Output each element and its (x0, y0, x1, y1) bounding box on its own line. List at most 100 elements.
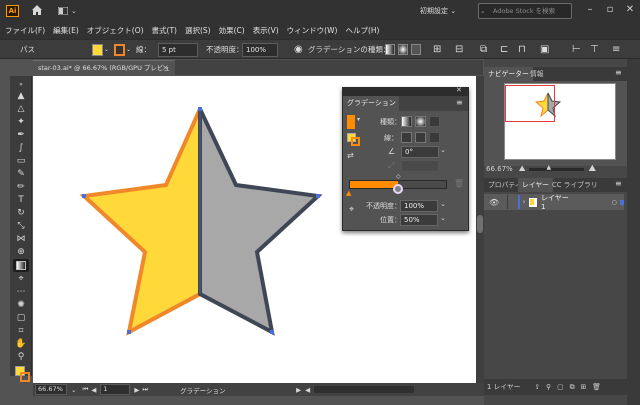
opacity-field[interactable]: 100% (242, 43, 278, 57)
home-icon[interactable] (30, 3, 44, 17)
close-icon[interactable]: × (162, 60, 172, 75)
blend-tool-icon[interactable]: ⋯ (13, 286, 29, 299)
stroke-color-swatch[interactable] (20, 372, 30, 382)
arrange-documents-icon[interactable]: ⌄ (58, 5, 86, 17)
navigator-zoom-slider[interactable]: ▲ (529, 164, 585, 171)
stroke-proxy-swatch[interactable] (351, 137, 360, 146)
close-button[interactable]: ✕ (620, 2, 640, 18)
linear-gradient-button[interactable] (385, 44, 395, 55)
recolor-artwork-icon[interactable]: ◉ (294, 40, 303, 60)
shape-mode-icon[interactable]: ▣ (540, 40, 549, 60)
pencil-tool-icon[interactable]: ✏ (13, 181, 29, 194)
export-icon[interactable]: ⇪ (534, 379, 540, 395)
eyedropper-icon[interactable]: ⌖ (349, 205, 354, 215)
stroke-across-button[interactable] (429, 132, 440, 143)
zoom-out-icon[interactable]: ⛰ (519, 164, 526, 174)
paintbrush-tool-icon[interactable]: ✎ (13, 168, 29, 181)
expand-arrow-icon[interactable]: › (523, 198, 526, 206)
document-tab[interactable]: star-03.ai* @ 66.67% (RGB/GPU プレビュー) (33, 60, 175, 87)
curvature-tool-icon[interactable]: ∫ (13, 142, 29, 155)
menu-type[interactable]: 書式(T) (152, 22, 177, 39)
clipping-mask-icon[interactable]: ▢ (557, 379, 563, 395)
status-arrow-icon[interactable]: ▶ (296, 386, 301, 394)
panel-menu-icon[interactable]: ≡ (615, 179, 622, 188)
close-icon[interactable]: ✕ (456, 86, 462, 94)
locate-object-icon[interactable]: ⚲ (546, 379, 551, 395)
star-left-half[interactable] (79, 108, 202, 336)
panel-header[interactable]: ✕ (343, 86, 468, 96)
navigator-view-frame[interactable] (505, 85, 555, 122)
magic-wand-tool-icon[interactable]: ✦ (13, 116, 29, 129)
star-right-half[interactable] (198, 108, 323, 336)
next-artboard-icon[interactable]: ▶ (134, 386, 139, 394)
transform-icon[interactable]: ⊞ (433, 40, 441, 60)
visibility-eye-icon[interactable]: 👁 (489, 198, 499, 207)
rectangle-tool-icon[interactable]: ▭ (13, 155, 29, 168)
workspace-select[interactable]: 初期設定 ⌄ (420, 4, 468, 18)
chevron-down-icon[interactable]: ▾ (357, 116, 360, 123)
stop-opacity-field[interactable]: 100% (400, 200, 438, 212)
menu-edit[interactable]: 編集(E) (53, 22, 79, 39)
tab-gradient[interactable]: グラデーション (343, 96, 399, 111)
align-to-icon[interactable]: ⊢ (572, 40, 581, 60)
stop-location-field[interactable]: 50% (400, 214, 438, 226)
puppet-warp-icon[interactable]: ⊓ (518, 40, 526, 60)
fill-swatch[interactable] (92, 44, 103, 56)
symbol-sprayer-tool-icon[interactable]: ✺ (13, 299, 29, 312)
selection-indicator[interactable] (619, 199, 624, 205)
menu-effect[interactable]: 効果(C) (219, 22, 245, 39)
menu-view[interactable]: 表示(V) (253, 22, 279, 39)
zoom-tool-icon[interactable]: ⚲ (13, 351, 29, 364)
color-stop-left[interactable]: ▲ (346, 189, 351, 197)
new-layer-icon[interactable]: ⊞ (580, 379, 586, 395)
midpoint-diamond-icon[interactable]: ◇ (396, 173, 401, 180)
selection-tool-icon[interactable]: ▲ (13, 90, 29, 103)
chevron-down-icon[interactable]: ⌄ (440, 146, 446, 154)
panel-menu-icon[interactable]: ≡ (615, 68, 622, 77)
menu-object[interactable]: オブジェクト(O) (87, 22, 144, 39)
direct-selection-tool-icon[interactable]: △ (13, 103, 29, 116)
new-sublayer-icon[interactable]: ⧉ (570, 379, 575, 395)
last-artboard-icon[interactable]: ⏭ (142, 385, 148, 394)
layer-name[interactable]: レイヤー 1 (541, 193, 570, 211)
stroke-swatch[interactable] (114, 44, 125, 56)
menu-help[interactable]: ヘルプ(H) (345, 22, 379, 39)
chevron-down-icon[interactable]: ⌄ (440, 200, 446, 208)
radial-gradient-button[interactable] (398, 44, 408, 55)
layer-row[interactable]: 👁 › レイヤー 1 ○ (484, 193, 624, 211)
radial-type-button[interactable] (415, 116, 426, 127)
target-circle-icon[interactable]: ○ (612, 199, 617, 206)
menu-window[interactable]: ウィンドウ(W) (287, 22, 338, 39)
linear-type-button[interactable] (401, 116, 412, 127)
eyedropper-tool-icon[interactable]: ⌖ (13, 273, 29, 286)
gradient-tool-icon[interactable] (13, 259, 29, 272)
shape-builder-tool-icon[interactable]: ⊕ (13, 246, 29, 259)
chevron-down-icon[interactable]: ⌄ (104, 40, 109, 60)
tab-info[interactable]: 情報 (526, 67, 548, 81)
slice-tool-icon[interactable]: ⌗ (13, 325, 29, 338)
menu-select[interactable]: 選択(S) (185, 22, 211, 39)
stroke-along-button[interactable] (415, 132, 426, 143)
artboard-tool-icon[interactable]: ▢ (13, 312, 29, 325)
stroke-weight-field[interactable]: 5 pt (158, 43, 198, 57)
delete-icon[interactable]: 🗑 (592, 379, 601, 395)
swap-fill-stroke-icon[interactable]: ⇄ (347, 151, 354, 160)
tab-cc-libraries[interactable]: CC ライブラリ (548, 178, 602, 192)
type-tool-icon[interactable]: T (13, 194, 29, 207)
zoom-field[interactable]: 66.67% (35, 384, 67, 395)
hand-tool-icon[interactable]: ✋ (13, 338, 29, 351)
horizontal-scrollbar[interactable] (314, 386, 415, 393)
delete-stop-icon[interactable]: 🗑 (454, 179, 464, 188)
color-stop-selected[interactable] (393, 184, 403, 194)
scroll-left-icon[interactable]: ◀ (305, 386, 310, 394)
panel-menu-icon[interactable]: ≡ (456, 98, 463, 107)
chevron-down-icon[interactable]: ⌄ (440, 214, 446, 222)
artboard-number-field[interactable]: 1 (100, 384, 131, 395)
arrange-icon[interactable]: ⊏ (500, 40, 508, 60)
chevron-down-icon[interactable]: ⌄ (71, 386, 76, 394)
chevron-down-icon[interactable]: ⌄ (126, 40, 131, 60)
menu-file[interactable]: ファイル(F) (5, 22, 45, 39)
zoom-in-icon[interactable]: ⛰ (588, 164, 596, 174)
pen-tool-icon[interactable]: ✒ (13, 129, 29, 142)
isolate-icon[interactable]: ⧉ (480, 40, 487, 60)
